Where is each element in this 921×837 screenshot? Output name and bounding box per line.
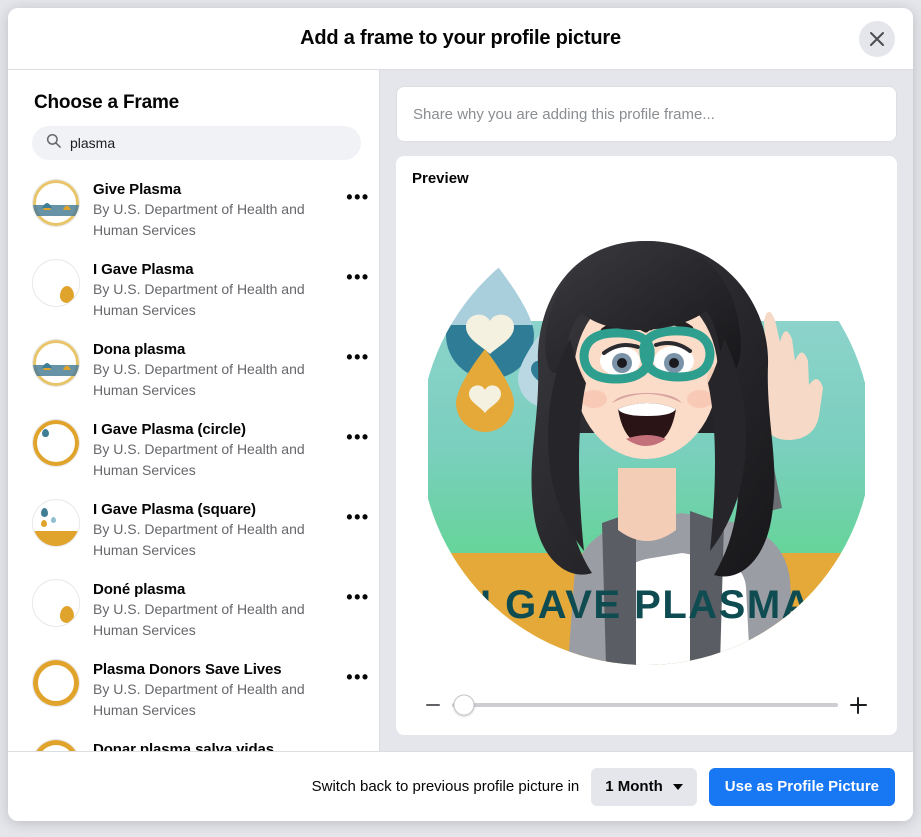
zoom-slider-track[interactable] [452, 694, 838, 716]
frame-meta: Dona plasma By U.S. Department of Health… [93, 339, 332, 401]
frame-options-button[interactable]: ••• [345, 259, 371, 291]
duration-dropdown[interactable]: 1 Month [591, 767, 697, 806]
frame-options-button[interactable]: ••• [345, 579, 371, 611]
zoom-slider-thumb[interactable] [453, 694, 475, 716]
add-frame-dialog: Add a frame to your profile picture Choo… [8, 8, 913, 821]
frame-meta: Donar plasma salva vidas By U.S. Departm… [93, 739, 332, 751]
frame-options-button[interactable]: ••• [345, 659, 371, 691]
frame-name: Give Plasma [93, 181, 182, 198]
frame-options-button[interactable]: ••• [345, 499, 371, 531]
profile-picture-with-frame: I GAVE PLASMA [428, 213, 865, 665]
frame-author: By U.S. Department of Health and Human S… [93, 281, 305, 318]
frame-thumbnail [32, 179, 80, 227]
use-as-profile-picture-button[interactable]: Use as Profile Picture [708, 767, 895, 806]
list-item[interactable]: Donar plasma salva vidas By U.S. Departm… [32, 730, 371, 751]
search-box[interactable] [32, 126, 361, 160]
list-item[interactable]: Give Plasma By U.S. Department of Health… [32, 170, 371, 250]
chevron-down-icon [672, 783, 683, 790]
frame-thumbnail [32, 659, 80, 707]
frame-thumbnail [32, 739, 80, 751]
dialog-header: Add a frame to your profile picture [8, 8, 913, 70]
search-icon [46, 133, 61, 153]
frame-name: Dona plasma [93, 341, 186, 358]
frame-options-button[interactable]: ••• [345, 739, 371, 751]
frame-meta: I Gave Plasma By U.S. Department of Heal… [93, 259, 332, 321]
dialog-body: Choose a Frame Give [8, 70, 913, 751]
choose-frame-heading: Choose a Frame [34, 92, 180, 113]
frame-options-button[interactable]: ••• [345, 339, 371, 371]
frame-meta: Give Plasma By U.S. Department of Health… [93, 179, 332, 241]
frame-author: By U.S. Department of Health and Human S… [93, 521, 305, 558]
frame-thumbnail [32, 579, 80, 627]
frame-thumbnail [32, 339, 80, 387]
preview-heading: Preview [412, 170, 469, 187]
list-item[interactable]: I Gave Plasma (circle) By U.S. Departmen… [32, 410, 371, 490]
frame-author: By U.S. Department of Health and Human S… [93, 361, 305, 398]
frame-meta: I Gave Plasma (square) By U.S. Departmen… [93, 499, 332, 561]
frame-thumbnail [32, 259, 80, 307]
zoom-slider-row[interactable] [412, 683, 881, 727]
list-item[interactable]: I Gave Plasma (square) By U.S. Departmen… [32, 490, 371, 570]
frame-name: Plasma Donors Save Lives [93, 661, 282, 678]
frame-caption-text: I GAVE PLASMA [480, 583, 812, 627]
switch-back-label: Switch back to previous profile picture … [311, 778, 580, 795]
search-input[interactable] [70, 135, 347, 151]
frame-name: I Gave Plasma [93, 261, 194, 278]
frame-name: I Gave Plasma (square) [93, 501, 256, 518]
frame-thumbnail [32, 419, 80, 467]
list-item[interactable]: I Gave Plasma By U.S. Department of Heal… [32, 250, 371, 330]
search-wrapper [8, 126, 379, 170]
close-button[interactable] [859, 20, 895, 57]
frame-meta: Plasma Donors Save Lives By U.S. Departm… [93, 659, 332, 721]
share-placeholder: Share why you are adding this profile fr… [413, 105, 715, 123]
avatar-illustration: I GAVE PLASMA [428, 213, 865, 665]
list-item[interactable]: Doné plasma By U.S. Department of Health… [32, 570, 371, 650]
frame-name: Donar plasma salva vidas [93, 741, 275, 751]
frame-meta: Doné plasma By U.S. Department of Health… [93, 579, 332, 641]
list-item[interactable]: Plasma Donors Save Lives By U.S. Departm… [32, 650, 371, 730]
list-item[interactable]: Dona plasma By U.S. Department of Health… [32, 330, 371, 410]
frame-meta: I Gave Plasma (circle) By U.S. Departmen… [93, 419, 332, 481]
close-icon [869, 31, 885, 47]
frame-name: I Gave Plasma (circle) [93, 421, 246, 438]
page-title: Add a frame to your profile picture [300, 27, 621, 49]
frame-chooser-panel: Choose a Frame Give [8, 70, 380, 751]
frame-author: By U.S. Department of Health and Human S… [93, 441, 305, 478]
preview-card: Preview I GAVE PLASMA [396, 156, 897, 735]
frame-author: By U.S. Department of Health and Human S… [93, 201, 305, 238]
dialog-footer: Switch back to previous profile picture … [8, 751, 913, 821]
frame-options-button[interactable]: ••• [345, 179, 371, 211]
frame-author: By U.S. Department of Health and Human S… [93, 681, 305, 718]
avatar-preview-area[interactable]: I GAVE PLASMA [412, 195, 881, 683]
frame-name: Doné plasma [93, 581, 186, 598]
frame-list[interactable]: Give Plasma By U.S. Department of Health… [8, 170, 379, 751]
duration-value: 1 Month [605, 778, 663, 795]
minus-icon[interactable] [426, 704, 440, 706]
plus-icon[interactable] [850, 696, 867, 714]
preview-panel: Share why you are adding this profile fr… [380, 70, 913, 751]
frame-author: By U.S. Department of Health and Human S… [93, 601, 305, 638]
share-text-field[interactable]: Share why you are adding this profile fr… [396, 86, 897, 142]
frame-thumbnail [32, 499, 80, 547]
frame-options-button[interactable]: ••• [345, 419, 371, 451]
